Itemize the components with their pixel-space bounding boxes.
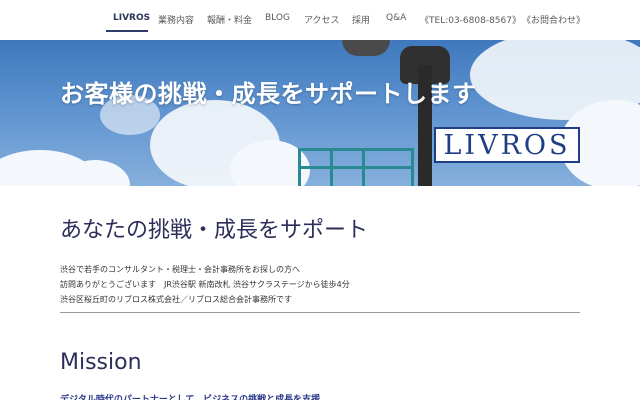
intro-line-2: 訪問ありがとうございます JR渋谷駅 新南改札 渋谷サクラステージから徒歩4分 [60,280,350,289]
mission-title: Mission [60,350,142,375]
nav-item-recruit[interactable]: 採用 [352,13,370,26]
hero-banner: お客様の挑戦・成長をサポートします LIVROS [0,40,640,186]
logo-text: LIVROS [443,129,571,161]
intro-line-1: 渋谷で若手のコンサルタント・税理士・会計事務所をお探しの方へ [60,265,300,274]
nav-item-qa[interactable]: Q&A [386,13,406,23]
section-title: あなたの挑戦・成長をサポート [60,218,369,243]
frame-bar [298,166,414,169]
nav-item-tel[interactable]: 《TEL:03-6808-8567》 [420,13,521,26]
nav-active-underline [106,30,148,32]
nav-item-fees[interactable]: 報酬・料金 [207,13,252,26]
section-divider [60,312,580,313]
intro-line-3: 渋谷区桜丘町のリブロス株式会社／リブロス総合会計事務所です [60,295,292,304]
top-navigation: LIVROS 業務内容 報酬・料金 BLOG アクセス 採用 Q&A 《TEL:… [0,0,640,40]
nav-item-contact[interactable]: 《お問合わせ》 [522,13,585,26]
nav-item-livros[interactable]: LIVROS [113,13,150,23]
hero-title: お客様の挑戦・成長をサポートします [60,80,477,108]
mission-subtitle: デジタル時代のパートナーとして、ビジネスの挑戦と成長を支援 [60,395,321,400]
nav-item-blog[interactable]: BLOG [265,13,290,23]
livros-logo: LIVROS [434,127,580,163]
lamp-ring-shape [342,40,390,56]
nav-item-access[interactable]: アクセス [304,13,340,26]
nav-item-services[interactable]: 業務内容 [158,13,194,26]
